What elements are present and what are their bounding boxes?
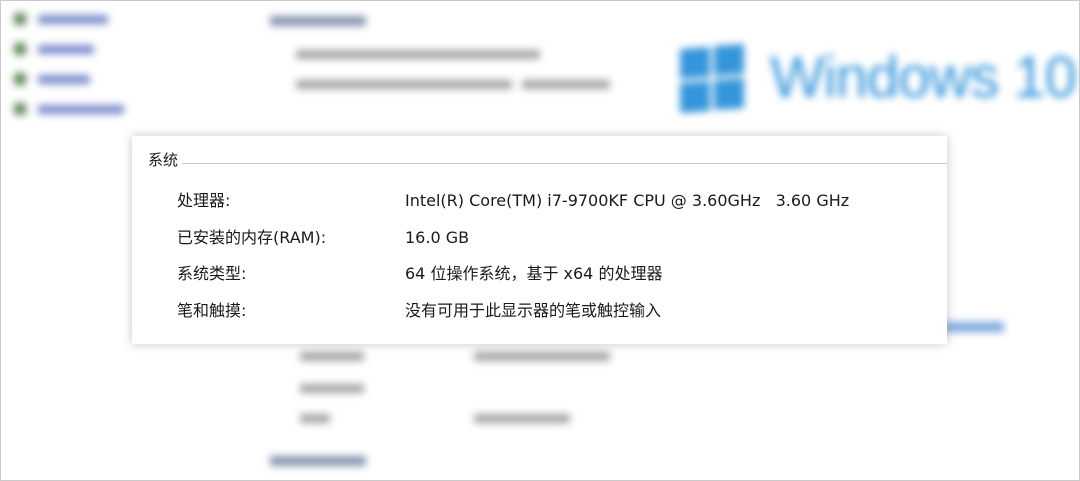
processor-label: 处理器: xyxy=(177,191,231,210)
pen-touch-row: 笔和触摸: 没有可用于此显示器的笔或触控输入 xyxy=(177,300,917,322)
windows-edition-heading xyxy=(270,16,366,26)
section-header: 系统 xyxy=(148,150,947,170)
sidebar-item-advanced-settings[interactable] xyxy=(14,102,124,116)
change-settings-link[interactable] xyxy=(944,322,1004,332)
ram-value: 16.0 GB xyxy=(405,228,470,247)
sidebar-item-system-protection[interactable] xyxy=(14,72,90,86)
system-type-label: 系统类型: xyxy=(177,264,247,283)
shield-icon xyxy=(14,73,26,85)
windows-logo-icon xyxy=(680,43,744,114)
copyright-line xyxy=(296,80,512,89)
section-title: 系统 xyxy=(148,151,179,169)
system-info-panel: 系统 处理器: Intel(R) Core(TM) i7-9700KF CPU … xyxy=(132,136,947,344)
shield-icon xyxy=(14,103,26,115)
shield-icon xyxy=(14,13,26,25)
ram-row: 已安装的内存(RAM): 16.0 GB xyxy=(177,227,917,249)
sidebar-item-device-manager[interactable] xyxy=(14,12,108,26)
windows-logo-wordmark: Windows 10 xyxy=(770,45,1077,110)
pen-touch-value: 没有可用于此显示器的笔或触控输入 xyxy=(405,301,662,320)
rights-line xyxy=(522,80,610,89)
processor-row: 处理器: Intel(R) Core(TM) i7-9700KF CPU @ 3… xyxy=(177,190,917,212)
section-divider xyxy=(182,162,947,164)
ram-label: 已安装的内存(RAM): xyxy=(177,228,327,247)
edition-line xyxy=(296,50,540,59)
system-type-value: 64 位操作系统，基于 x64 的处理器 xyxy=(405,264,663,283)
pen-touch-label: 笔和触摸: xyxy=(177,301,247,320)
processor-value: Intel(R) Core(TM) i7-9700KF CPU @ 3.60GH… xyxy=(405,191,850,210)
system-type-row: 系统类型: 64 位操作系统，基于 x64 的处理器 xyxy=(177,263,917,285)
sidebar-item-remote-settings[interactable] xyxy=(14,42,94,56)
shield-icon xyxy=(14,43,26,55)
